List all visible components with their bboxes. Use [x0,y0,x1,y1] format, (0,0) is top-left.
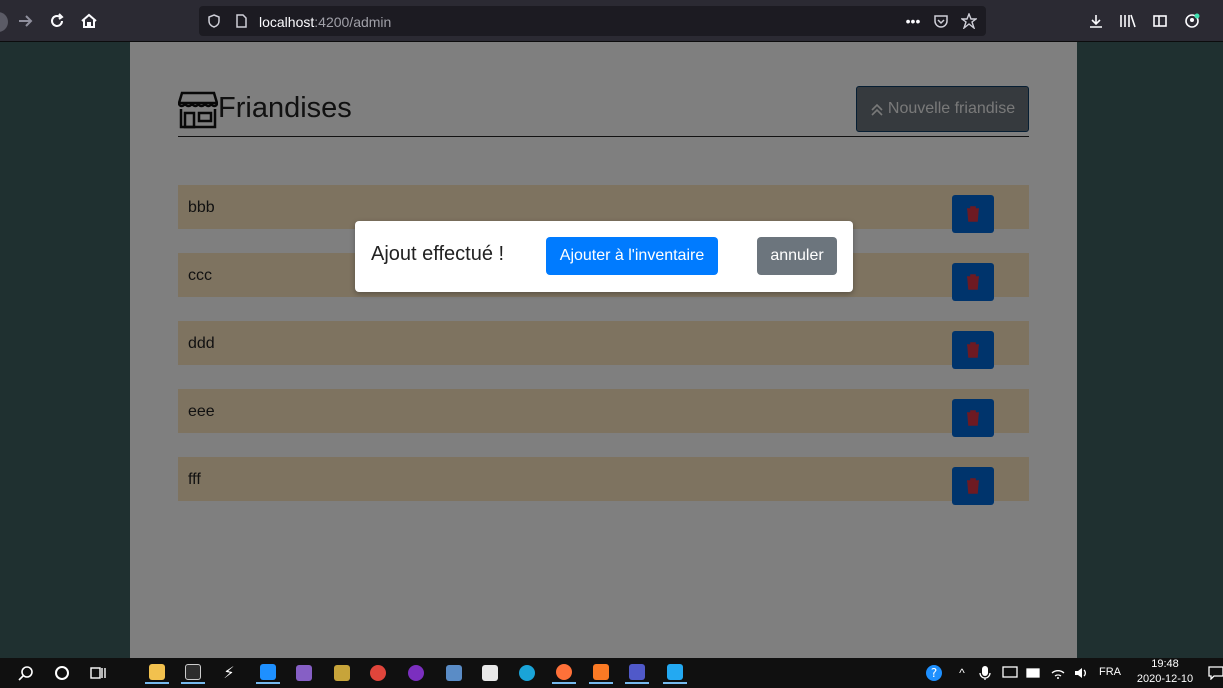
forward-button[interactable] [13,9,37,33]
vscode-icon[interactable] [663,662,687,684]
cancel-button[interactable]: annuler [757,237,837,275]
battery-icon[interactable] [1022,662,1046,684]
microphone-icon[interactable] [973,662,997,684]
browser-toolbar: localhost:4200/admin ••• [0,0,1223,42]
xampp-icon[interactable] [589,662,613,684]
library-icon [1120,14,1136,28]
sidebar-button[interactable] [1148,9,1172,33]
url-bar[interactable]: localhost:4200/admin ••• [199,6,986,36]
media-app-icon[interactable] [404,662,428,684]
bookmark-star-icon[interactable] [961,13,977,29]
shield-icon[interactable] [206,13,222,29]
add-to-inventory-button[interactable]: Ajouter à l'inventaire [546,237,718,275]
sidebar-icon [1153,15,1167,27]
downloads-button[interactable] [1084,9,1108,33]
visual-studio-icon[interactable] [292,662,316,684]
account-button[interactable] [1180,9,1204,33]
reload-icon [51,13,64,27]
account-icon [1185,13,1200,28]
home-button[interactable] [77,9,101,33]
wifi-icon[interactable] [1046,662,1070,684]
help-icon[interactable]: ? [922,662,946,684]
library-button[interactable] [1116,9,1140,33]
chevron-up-icon[interactable]: ^ [950,662,974,684]
taskbar: ⚡ ? ^ FRA 19:48 2020-12-10 [0,658,1223,688]
display-icon[interactable] [998,662,1022,684]
search-icon[interactable] [14,662,38,684]
language-indicator[interactable]: FRA [1099,666,1121,678]
more-actions-icon[interactable]: ••• [905,13,921,29]
modal-backdrop[interactable] [130,42,1077,658]
network-tool-icon[interactable] [330,662,354,684]
paint-app-icon[interactable] [478,662,502,684]
clock-date[interactable]: 2020-12-10 [1135,673,1195,685]
reload-button[interactable] [45,9,69,33]
edge-icon[interactable] [515,662,539,684]
firefox-icon[interactable] [552,662,576,684]
page-icon[interactable] [233,13,249,29]
chrome-icon[interactable] [366,662,390,684]
volume-icon[interactable] [1069,662,1093,684]
teams-icon[interactable] [625,662,649,684]
pocket-icon[interactable] [933,13,949,29]
svg-text:?: ? [931,666,937,680]
clock-time[interactable]: 19:48 [1150,658,1180,670]
file-explorer-icon[interactable] [145,662,169,684]
dialog-message: Ajout effectué ! [371,243,505,265]
confirmation-dialog: Ajout effectué ! Ajouter à l'inventaire … [355,221,853,292]
back-button[interactable] [0,12,8,32]
settings-app-icon[interactable] [442,662,466,684]
cortana-icon[interactable] [50,662,74,684]
remote-app-icon[interactable] [256,662,280,684]
arrow-right-icon [19,15,33,27]
task-view-icon[interactable] [86,662,110,684]
lightning-app-icon[interactable]: ⚡ [217,662,241,684]
url-text: localhost:4200/admin [259,14,392,30]
terminal-icon[interactable] [181,662,205,684]
home-icon [81,13,97,28]
notification-icon[interactable] [1204,662,1223,684]
download-icon [1090,15,1102,28]
